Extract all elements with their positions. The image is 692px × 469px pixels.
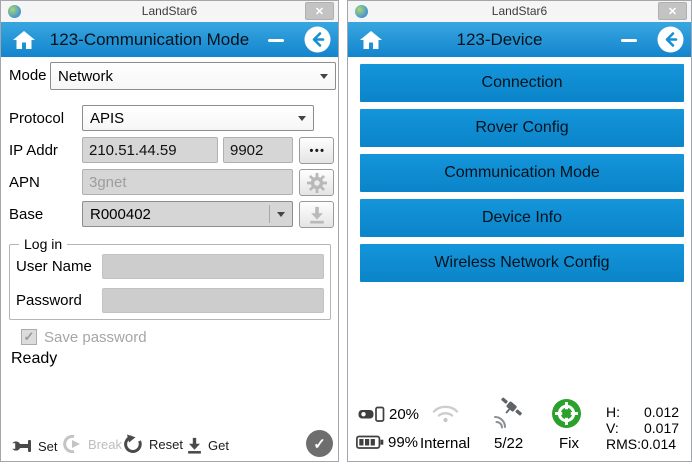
get-button[interactable]: Get — [186, 437, 229, 454]
apn-label: APN — [9, 174, 40, 191]
menu-button-device-info[interactable]: Device Info — [360, 199, 684, 237]
set-label: Set — [38, 438, 58, 454]
disconnect-icon — [63, 434, 80, 454]
password-input[interactable] — [102, 288, 324, 313]
base-download-button[interactable] — [299, 201, 334, 228]
page-title: 123-Communication Mode — [49, 29, 250, 49]
home-button[interactable] — [357, 29, 385, 51]
back-arrow-icon — [304, 26, 331, 53]
protocol-value: APIS — [90, 109, 125, 127]
gear-icon — [306, 172, 327, 193]
h-value: 0.012 — [644, 404, 680, 420]
back-button[interactable] — [657, 26, 684, 53]
page-title: 123-Device — [456, 29, 543, 49]
download-icon — [188, 437, 201, 454]
battery-icon — [356, 435, 384, 450]
controller-battery-value: 20% — [389, 405, 420, 423]
satellites-status[interactable]: 5/22 — [494, 435, 523, 452]
rms-label: RMS: — [606, 436, 641, 452]
wrench-icon — [11, 440, 31, 452]
mode-label: Mode — [9, 67, 47, 84]
chevron-down-icon — [277, 212, 285, 221]
window-titlebar[interactable]: LandStar6 ✕ — [348, 1, 691, 22]
username-input[interactable] — [102, 254, 324, 279]
v-label: V: — [606, 420, 619, 436]
password-label: Password — [16, 292, 82, 309]
menu-button-connection[interactable]: Connection — [360, 64, 684, 102]
set-button[interactable]: Set — [11, 438, 58, 454]
home-icon — [360, 31, 382, 49]
controller-phone-icon — [358, 405, 385, 423]
reset-button[interactable]: Reset — [123, 434, 183, 454]
menu-button-communication-mode[interactable]: Communication Mode — [360, 154, 684, 192]
window-titlebar[interactable]: LandStar6 ✕ — [1, 1, 338, 22]
base-label: Base — [9, 206, 44, 223]
login-legend: Log in — [19, 236, 68, 252]
window-title: LandStar6 — [491, 4, 548, 18]
communication-mode-window: LandStar6 ✕ 123-Communication Mode Mode … — [0, 0, 339, 462]
chevron-down-icon — [320, 74, 328, 83]
mode-value: Network — [58, 67, 114, 85]
minimize-icon — [268, 38, 284, 42]
home-button[interactable] — [10, 29, 38, 51]
h-label: H: — [606, 404, 620, 420]
back-arrow-icon — [657, 26, 684, 53]
status-text: Ready — [11, 350, 58, 367]
close-icon[interactable]: ✕ — [658, 2, 687, 20]
rms-value: 0.014 — [641, 436, 677, 452]
divider — [269, 205, 270, 223]
download-icon — [309, 206, 324, 224]
datalink-status[interactable]: Internal — [420, 435, 470, 452]
mode-dropdown[interactable]: Network — [50, 62, 336, 90]
solution-status[interactable]: Fix — [559, 435, 579, 452]
chevron-down-icon — [298, 116, 306, 125]
page-header: 123-Device — [348, 22, 691, 57]
check-icon: ✓ — [313, 435, 326, 453]
confirm-button[interactable]: ✓ — [306, 430, 333, 457]
base-value: R000402 — [90, 205, 151, 223]
device-window: LandStar6 ✕ 123-Device Connection Rover … — [347, 0, 692, 462]
reset-icon — [124, 434, 142, 453]
back-button[interactable] — [304, 26, 331, 53]
ip-list-button[interactable]: ••• — [299, 137, 334, 164]
port-input[interactable] — [223, 137, 293, 163]
protocol-dropdown[interactable]: APIS — [82, 105, 314, 131]
menu-button-wireless-network-config[interactable]: Wireless Network Config — [360, 244, 684, 282]
receiver-battery-status: 99% — [356, 434, 418, 451]
apn-settings-button[interactable] — [299, 169, 334, 196]
receiver-battery-value: 99% — [388, 434, 419, 451]
protocol-label: Protocol — [9, 110, 65, 127]
wifi-icon[interactable] — [430, 401, 461, 424]
precision-readout: H: 0.012 V: 0.017 RMS: 0.014 — [606, 404, 679, 452]
menu-button-rover-config[interactable]: Rover Config — [360, 109, 684, 147]
ip-address-input[interactable] — [82, 137, 218, 163]
controller-battery-status: 20% — [358, 405, 419, 423]
get-label: Get — [208, 438, 229, 453]
minimize-button[interactable] — [266, 30, 286, 50]
minimize-button[interactable] — [619, 30, 639, 50]
reset-label: Reset — [149, 436, 183, 452]
save-password-checkbox[interactable]: ✓ — [21, 329, 37, 345]
fix-solution-icon[interactable] — [551, 398, 582, 429]
break-button[interactable]: Break — [61, 434, 122, 454]
break-label: Break — [88, 436, 122, 452]
ellipsis-icon: ••• — [309, 144, 326, 157]
username-label: User Name — [16, 258, 92, 275]
close-icon[interactable]: ✕ — [305, 2, 334, 20]
v-value: 0.017 — [644, 420, 680, 436]
save-password-label: Save password — [44, 329, 147, 346]
login-group: Log in User Name Password — [9, 236, 331, 320]
page-header: 123-Communication Mode — [1, 22, 338, 57]
satellite-icon[interactable] — [491, 396, 527, 430]
window-title: LandStar6 — [141, 4, 198, 18]
base-dropdown[interactable]: R000402 — [82, 201, 293, 227]
apn-input[interactable] — [82, 169, 293, 195]
ip-addr-label: IP Addr — [9, 142, 58, 159]
home-icon — [13, 31, 35, 49]
minimize-icon — [621, 38, 637, 42]
